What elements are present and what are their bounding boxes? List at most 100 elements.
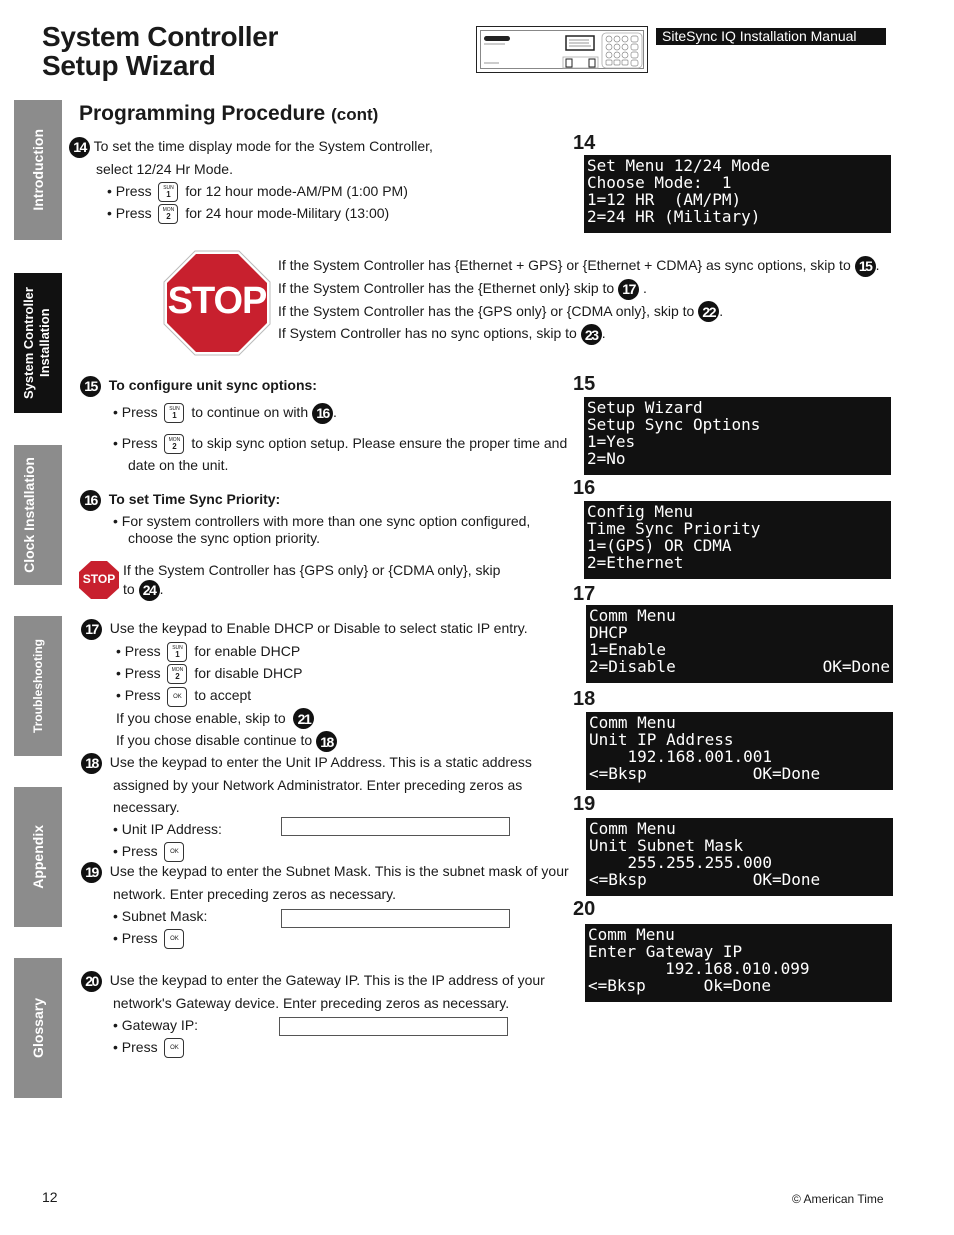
- condition-text: If the System Controller has the {GPS on…: [278, 302, 695, 319]
- step-19-press: • Press OK: [81, 927, 569, 950]
- manual-title-label: SiteSync IQ Installation Manual: [656, 28, 886, 45]
- step-ref-link[interactable]: 16: [312, 402, 333, 424]
- side-tab-appendix[interactable]: Appendix: [14, 787, 62, 927]
- lcd-row: Choose Mode: 1: [587, 174, 888, 191]
- key-mon-2-icon: MON 2: [158, 204, 179, 225]
- page-number: 12: [42, 1189, 58, 1205]
- screen-label: 19: [573, 793, 596, 815]
- key-top-label: OK: [170, 1045, 179, 1052]
- lcd-row-text: 2=Disable: [589, 657, 676, 676]
- press-label: • Press: [107, 182, 152, 199]
- step-18-text: Use the keypad to enter the Unit IP Addr…: [109, 754, 532, 770]
- stop-condition-4: If System Controller has no sync options…: [278, 322, 880, 346]
- stop-sign-text: STOP: [167, 280, 268, 322]
- stop-conditions: If the System Controller has {Ethernet +…: [278, 254, 880, 346]
- gateway-ip-field[interactable]: [279, 1017, 508, 1036]
- lcd-row: 2=Disable OK=Done: [589, 658, 890, 675]
- lcd-row: Setup Sync Options: [587, 416, 888, 433]
- step-18: 18 Use the keypad to enter the Unit IP A…: [81, 751, 532, 863]
- step-ref-link[interactable]: 23: [580, 324, 602, 346]
- lcd-screen: Setup Wizard Setup Sync Options 1=Yes 2=No: [584, 397, 891, 475]
- key-ok-icon: OK: [164, 929, 185, 950]
- lcd-row: 192.168.010.099: [588, 960, 889, 977]
- lcd-row-text: Set Menu 12/24 Mode: [587, 156, 771, 175]
- stop-sign-icon: STOP: [163, 250, 271, 356]
- key-ok-icon: OK: [167, 686, 188, 707]
- lcd-row: Comm Menu: [589, 607, 890, 624]
- step-ref-link[interactable]: 22: [698, 301, 720, 323]
- step-15: 15 To configure unit sync options: • Pre…: [80, 374, 567, 476]
- key-ok-icon: OK: [164, 1038, 185, 1059]
- lcd-row-text: 2=24 HR (Military): [587, 207, 761, 226]
- press-label: • Press: [113, 929, 158, 946]
- section-title-text: Programming Procedure: [79, 102, 326, 125]
- lcd-row: DHCP: [589, 624, 890, 641]
- lcd-row: 2=24 HR (Military): [587, 208, 888, 225]
- step-ref-link[interactable]: 21: [293, 708, 315, 730]
- step-number-badge: 14: [69, 136, 90, 158]
- screen-label: 16: [573, 477, 596, 499]
- section-title-suffix: (cont): [331, 105, 379, 124]
- step-17: 17 Use the keypad to Enable DHCP or Disa…: [81, 617, 528, 753]
- lcd-row-text: <=Bksp Ok=Done: [588, 976, 772, 995]
- step-14-bullet-2: • Press MON 2 for 24 hour mode-Military (…: [69, 202, 433, 225]
- step-ref-link[interactable]: 18: [316, 731, 338, 753]
- unit-ip-address-field[interactable]: [281, 817, 510, 836]
- lcd-screen: Comm Menu DHCP 1=Enable 2=Disable OK=Done: [586, 605, 893, 683]
- lcd-row-text: 1=Enable: [589, 640, 667, 659]
- step-20-text-cont: network's Gateway device. Enter precedin…: [113, 994, 510, 1011]
- lcd-row-text: 2=Ethernet: [587, 553, 684, 572]
- lcd-row: 255.255.255.000: [589, 854, 890, 871]
- stop-small-text: If the System Controller has {GPS only} …: [123, 561, 500, 601]
- step-ref-link[interactable]: 24: [138, 580, 160, 601]
- key-top-label: OK: [170, 849, 179, 856]
- side-tab-troubleshooting[interactable]: Troubleshooting: [14, 616, 62, 756]
- key-mon-2-icon: MON 2: [164, 433, 185, 454]
- key-sun-1-icon: SUN 1: [158, 182, 179, 203]
- step-17-bullet-2: • Press MON 2 for disable DHCP: [81, 662, 528, 685]
- subnet-mask-field[interactable]: [281, 909, 510, 928]
- step-ref-link[interactable]: 15: [854, 255, 876, 277]
- step-18-text-cont: assigned by your Network Administrator. …: [113, 776, 523, 793]
- step-ref-link[interactable]: 17: [618, 278, 640, 300]
- key-bottom-label: 2: [172, 441, 177, 451]
- lcd-row-right-text: OK=Done: [822, 657, 890, 676]
- lcd-row: <=Bksp Ok=Done: [588, 977, 889, 994]
- lcd-row-text: <=Bksp OK=Done: [589, 764, 821, 783]
- side-tab-clock-installation[interactable]: Clock Installation: [14, 445, 62, 585]
- press-label: • Press: [113, 842, 158, 859]
- lcd-row: Comm Menu: [588, 926, 889, 943]
- step-14-bullet-1: • Press SUN 1 for 12 hour mode-AM/PM (1:0…: [69, 180, 433, 203]
- key-top-label: OK: [173, 693, 182, 700]
- lcd-row-text: Setup Sync Options: [587, 415, 761, 434]
- bullet-text: for 12 hour mode-AM/PM (1:00 PM): [185, 182, 408, 199]
- key-bottom-label: 1: [172, 411, 177, 421]
- lcd-row-text: 192.168.001.001: [589, 747, 773, 766]
- lcd-row: 1=12 HR (AM/PM): [587, 191, 888, 208]
- lcd-row: Set Menu 12/24 Mode: [587, 157, 888, 174]
- condition-text: If the System Controller has {GPS only} …: [123, 562, 501, 578]
- title-line-1: System Controller: [42, 21, 279, 52]
- branch-text: If you chose enable, skip to: [116, 709, 286, 726]
- lcd-row-text: Enter Gateway IP: [588, 942, 743, 961]
- lcd-row: Enter Gateway IP: [588, 943, 889, 960]
- side-tab-system-controller-installation[interactable]: System Controller Installation: [14, 273, 62, 413]
- lcd-row: Time Sync Priority: [587, 520, 888, 537]
- screen-label: 15: [573, 373, 596, 395]
- lcd-row: Unit Subnet Mask: [589, 837, 890, 854]
- screen-label: 14: [573, 132, 596, 154]
- lcd-row: 2=No: [587, 450, 888, 467]
- side-tab-glossary[interactable]: Glossary: [14, 958, 62, 1098]
- step-16-bullet-cont: choose the sync option priority.: [128, 530, 320, 546]
- step-number-badge: 18: [81, 752, 102, 774]
- step-heading: To set Time Sync Priority:: [108, 491, 281, 508]
- lcd-row: Unit IP Address: [589, 731, 890, 748]
- copyright: © American Time: [792, 1192, 884, 1206]
- lcd-row-text: Choose Mode: 1: [587, 173, 732, 192]
- side-tab-introduction[interactable]: Introduction: [14, 100, 62, 240]
- stop-condition-2: If the System Controller has the {Ethern…: [278, 277, 880, 300]
- lcd-row-text: Comm Menu: [589, 606, 676, 625]
- press-label: • Press: [113, 403, 158, 420]
- lcd-row-text: Unit Subnet Mask: [589, 836, 744, 855]
- lcd-row: Comm Menu: [589, 714, 890, 731]
